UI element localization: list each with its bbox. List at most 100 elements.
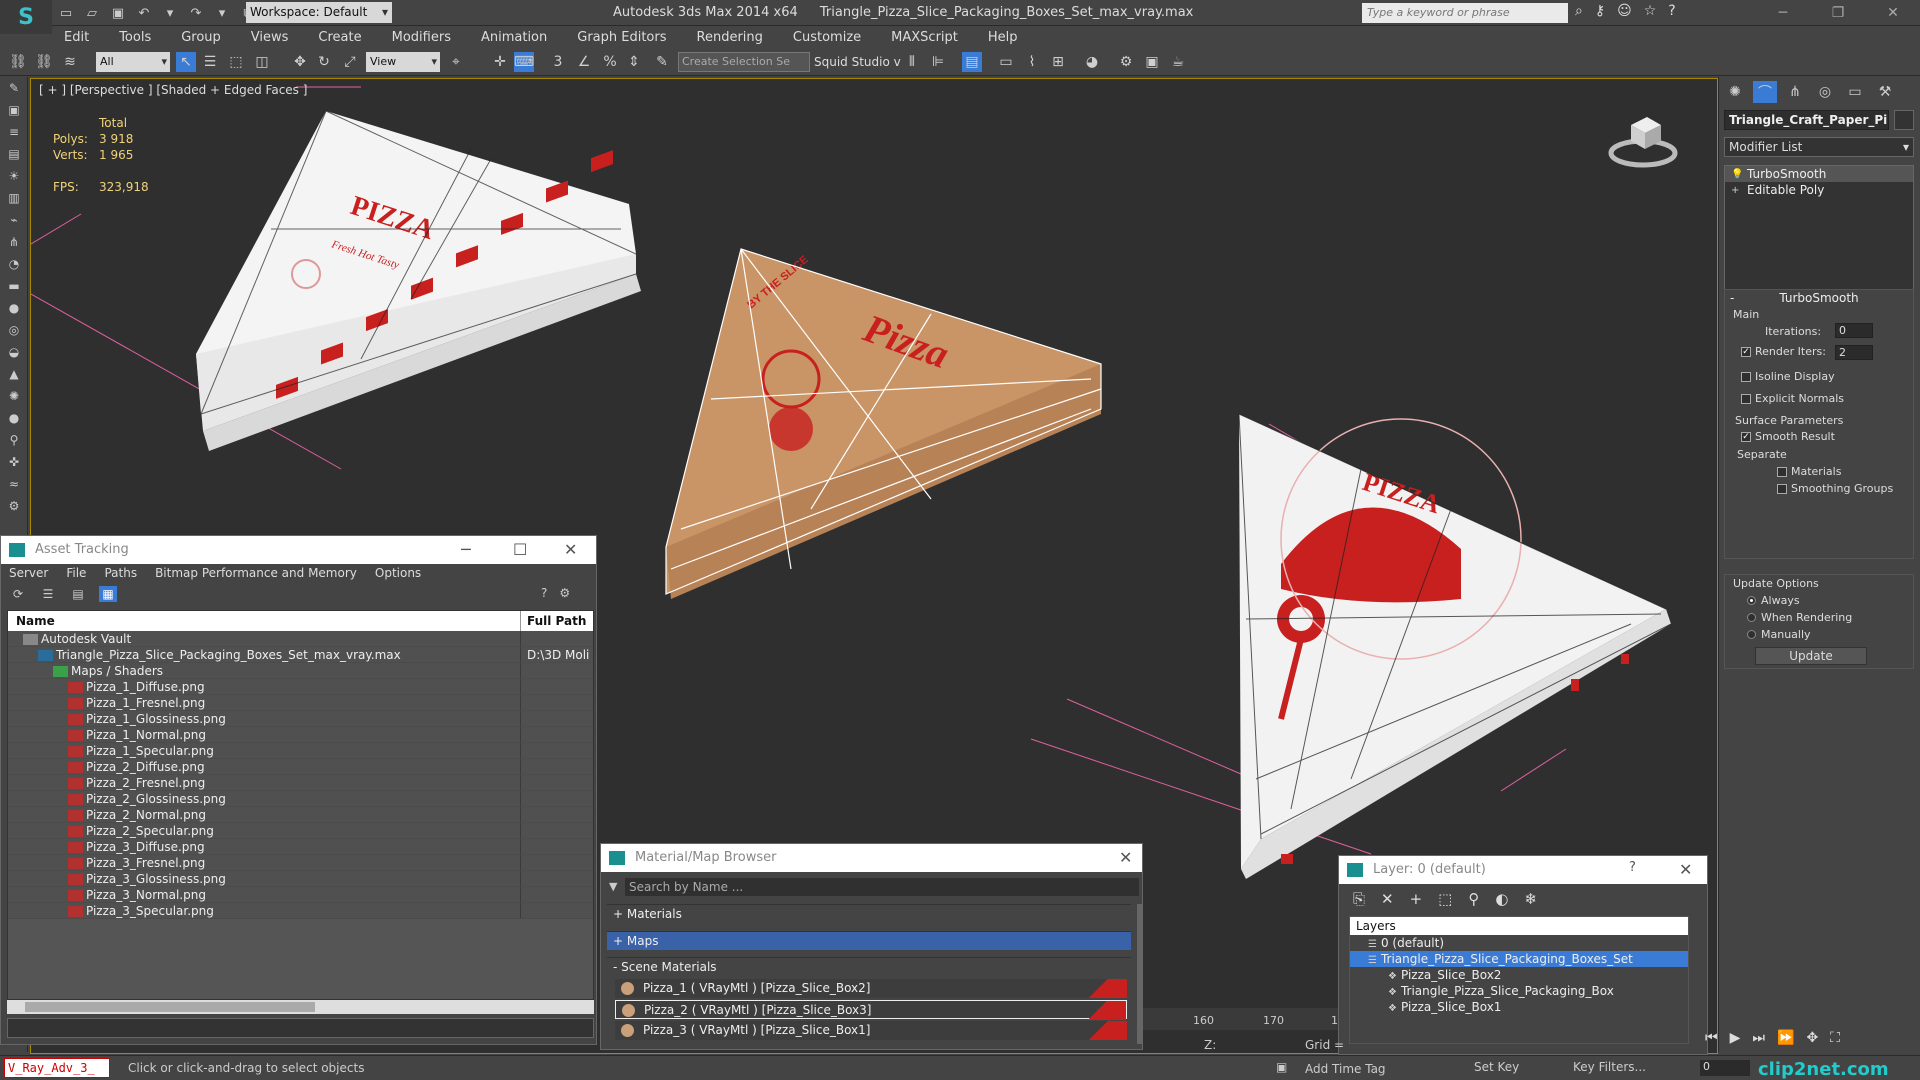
menu-modifiers[interactable]: Modifiers	[380, 30, 463, 45]
reference-coordinate-dropdown[interactable]: View	[366, 52, 440, 72]
menu-views[interactable]: Views	[239, 30, 301, 45]
table-row[interactable]: Pizza_2_Fresnel.png	[8, 775, 593, 791]
menu-animation[interactable]: Animation	[469, 30, 559, 45]
layer-list-item[interactable]: ❖ Pizza_Slice_Box1	[1350, 999, 1688, 1015]
smoothing-groups-checkbox[interactable]	[1777, 484, 1787, 494]
align-icon[interactable]: ⊫	[928, 52, 948, 72]
scene-material-item[interactable]: Pizza_2 ( VRayMtl ) [Pizza_Slice_Box3]	[615, 1000, 1127, 1020]
edit-named-selection-icon[interactable]: ✎	[652, 52, 672, 72]
material-browser-title[interactable]: Material/Map Browser	[601, 844, 1142, 872]
menu-tools[interactable]: Tools	[107, 30, 163, 45]
render-iters-checkbox[interactable]: ✓	[1741, 347, 1751, 357]
light-icon[interactable]: ☀	[0, 165, 28, 187]
manually-radio[interactable]	[1747, 630, 1756, 639]
layer-list-item[interactable]: ☰ Triangle_Pizza_Slice_Packaging_Boxes_Se…	[1350, 951, 1688, 967]
layer-list-item[interactable]: ☰ 0 (default)	[1350, 935, 1688, 951]
smooth-result-checkbox[interactable]: ✓	[1741, 432, 1751, 442]
display-icon[interactable]: ▬	[0, 275, 28, 297]
object-color-swatch[interactable]	[1894, 110, 1914, 130]
material-editor-icon[interactable]: ◕	[1082, 52, 1102, 72]
go-to-start-icon[interactable]: ⏮	[1705, 1030, 1718, 1046]
key-icon[interactable]: ⚷	[1595, 3, 1605, 19]
new-file-icon[interactable]: ▭	[56, 3, 76, 23]
freeze-all-icon[interactable]: ❄	[1524, 890, 1537, 908]
column-path-header[interactable]: Full Path	[521, 611, 586, 631]
menu-help[interactable]: Help	[976, 30, 1030, 45]
torus-icon[interactable]: ◎	[0, 319, 28, 341]
scene-material-item[interactable]: Pizza_1 ( VRayMtl ) [Pizza_Slice_Box2]	[615, 979, 1127, 998]
table-row[interactable]: Pizza_3_Fresnel.png	[8, 855, 593, 871]
key-mode-icon[interactable]: ⏩	[1777, 1030, 1794, 1046]
display-tab-icon[interactable]: ▭	[1843, 81, 1867, 103]
render-setup-icon[interactable]: ⚙	[1116, 52, 1136, 72]
asset-menu-options[interactable]: Options	[375, 566, 421, 580]
highlight-layer-icon[interactable]: ⚲	[1468, 890, 1479, 908]
redo-dropdown-icon[interactable]: ▾	[212, 3, 232, 23]
minimize-button[interactable]: ─	[1760, 0, 1806, 26]
key-filters-button[interactable]: Key Filters...	[1573, 1060, 1646, 1074]
table-row[interactable]: Autodesk Vault	[8, 631, 593, 647]
menu-group[interactable]: Group	[169, 30, 233, 45]
unlink-icon[interactable]: ⛓	[34, 52, 54, 72]
table-row[interactable]: Pizza_1_Fresnel.png	[8, 695, 593, 711]
redo-icon[interactable]: ↷	[186, 3, 206, 23]
orbit-icon[interactable]: ✥	[1806, 1030, 1818, 1046]
zoom-extents-icon[interactable]: ⛶	[1830, 1030, 1840, 1046]
stack-item-turbosmooth[interactable]: 💡 TurboSmooth	[1725, 166, 1913, 182]
close-icon[interactable]: ✕	[1119, 848, 1132, 867]
help-icon[interactable]: ?	[1629, 860, 1636, 875]
percent-snap-icon[interactable]: %	[600, 52, 620, 72]
sun-icon[interactable]: ✺	[0, 385, 28, 407]
schematic-view-icon[interactable]: ⊞	[1048, 52, 1068, 72]
keyboard-shortcut-icon[interactable]: ⌨	[514, 52, 534, 72]
object-name-field[interactable]: Triangle_Craft_Paper_Pi	[1724, 110, 1889, 130]
asset-menu-server[interactable]: Server	[9, 566, 48, 580]
bind-spacewarp-icon[interactable]: ≋	[60, 52, 80, 72]
bones-icon[interactable]: ⚲	[0, 429, 28, 451]
isoline-checkbox[interactable]	[1741, 372, 1751, 382]
window-crossing-icon[interactable]: ◫	[252, 52, 272, 72]
table-view-icon[interactable]: ▦	[99, 586, 117, 602]
list-view-icon[interactable]: ☰	[39, 586, 57, 602]
undo-dropdown-icon[interactable]: ▾	[160, 3, 180, 23]
table-row[interactable]: Pizza_1_Specular.png	[8, 743, 593, 759]
asset-menu-bitmap-performance-and-memory[interactable]: Bitmap Performance and Memory	[155, 566, 357, 580]
table-row[interactable]: Maps / Shaders	[8, 663, 593, 679]
close-icon[interactable]: ✕	[1679, 860, 1692, 879]
menu-maxscript[interactable]: MAXScript	[879, 30, 970, 45]
layers-header[interactable]: Layers	[1350, 917, 1688, 935]
viewcube-icon[interactable]	[1607, 111, 1679, 171]
next-frame-icon[interactable]: ⏭	[1752, 1030, 1765, 1046]
rotate-icon[interactable]: ↻	[314, 52, 334, 72]
table-row[interactable]: Pizza_3_Specular.png	[8, 903, 593, 919]
workspace-dropdown[interactable]: Workspace: Default	[246, 2, 392, 23]
pivot-center-icon[interactable]: ⌖	[446, 52, 466, 72]
restore-button[interactable]: ❐	[1815, 0, 1861, 26]
menu-graph-editors[interactable]: Graph Editors	[565, 30, 678, 45]
scene-material-item[interactable]: Pizza_3 ( VRayMtl ) [Pizza_Slice_Box1]	[615, 1021, 1127, 1040]
mirror-icon[interactable]: ⫴	[902, 52, 922, 72]
minimize-icon[interactable]: ─	[461, 540, 471, 559]
modify-tab-icon[interactable]: ⌒	[1753, 81, 1777, 103]
hierarchy-icon[interactable]: ⋔	[0, 231, 28, 253]
table-row[interactable]: Pizza_1_Glossiness.png	[8, 711, 593, 727]
modify-icon[interactable]: ⌁	[0, 209, 28, 231]
menu-create[interactable]: Create	[306, 30, 373, 45]
always-radio[interactable]	[1747, 596, 1756, 605]
delete-layer-icon[interactable]: ✕	[1381, 890, 1394, 908]
viewport-label-menu[interactable]: [ + ] [Perspective ] [Shaded + Edged Fac…	[39, 83, 307, 97]
close-window-button[interactable]: ✕	[1870, 0, 1916, 26]
container-icon[interactable]: ▣	[0, 99, 28, 121]
system-icon[interactable]: ⚙	[0, 495, 28, 517]
scale-icon[interactable]: ⤢	[340, 52, 360, 72]
set-key-button[interactable]: Set Key	[1474, 1060, 1519, 1074]
time-tag-icon[interactable]: ▣	[1276, 1060, 1287, 1074]
table-row[interactable]: Pizza_2_Glossiness.png	[8, 791, 593, 807]
pizza-box-1[interactable]: PIZZA Fresh Hot Tasty	[196, 110, 641, 451]
teapot-icon[interactable]: ◒	[0, 341, 28, 363]
expand-icon[interactable]: +	[1731, 183, 1739, 199]
table-row[interactable]: Pizza_3_Glossiness.png	[8, 871, 593, 887]
sphere-icon[interactable]: ●	[0, 297, 28, 319]
render-iters-spinner[interactable]: 2	[1835, 345, 1873, 360]
render-production-icon[interactable]: ☕	[1168, 52, 1188, 72]
